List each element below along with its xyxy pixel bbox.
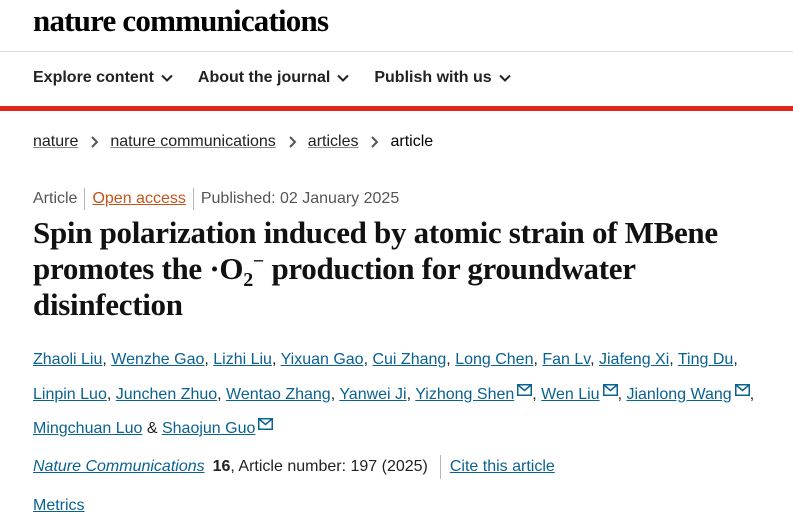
author-link[interactable]: Fan Lv <box>542 351 590 368</box>
title-superscript: − <box>252 250 264 273</box>
author-link[interactable]: Mingchuan Luo <box>33 420 142 437</box>
volume-number: 16 <box>212 458 231 475</box>
envelope-icon[interactable] <box>602 376 618 396</box>
breadcrumb-nature-communications[interactable]: nature communications <box>110 133 275 151</box>
author-link[interactable]: Linpin Luo <box>33 386 107 403</box>
chevron-right-icon <box>371 136 379 148</box>
chevron-right-icon <box>289 136 297 148</box>
author-link[interactable]: Cui Zhang <box>372 351 446 368</box>
author-link[interactable]: Long Chen <box>455 351 533 368</box>
article-number: , Article number: 197 (2025) <box>230 458 428 475</box>
chevron-down-icon <box>498 74 511 82</box>
nav-explore-content[interactable]: Explore content <box>33 69 174 87</box>
journal-logo[interactable]: nature communications <box>33 3 329 39</box>
author-list: Zhaoli Liu, Wenzhe Gao, Lizhi Liu, Yixua… <box>33 351 755 437</box>
header-divider <box>0 51 793 52</box>
journal-link[interactable]: Nature Communications <box>33 458 205 476</box>
author-link[interactable]: Lizhi Liu <box>213 351 272 368</box>
author-link[interactable]: Jianlong Wang <box>626 386 731 403</box>
author-link[interactable]: Yizhong Shen <box>415 386 514 403</box>
author-link[interactable]: Yanwei Ji <box>339 386 406 403</box>
author-link[interactable]: Yixuan Gao <box>281 351 364 368</box>
citation-line: Nature Communications 16 , Article numbe… <box>33 455 555 479</box>
breadcrumb: nature nature communications articles ar… <box>33 133 433 151</box>
envelope-icon[interactable] <box>734 376 750 396</box>
nav-label: Explore content <box>33 69 154 86</box>
nav-about-journal[interactable]: About the journal <box>198 69 350 87</box>
author-link[interactable]: Zhaoli Liu <box>33 351 102 368</box>
author-link[interactable]: Wen Liu <box>541 386 599 403</box>
article-type: Article <box>33 190 78 207</box>
author-link[interactable]: Shaojun Guo <box>162 420 255 437</box>
nav-publish-with-us[interactable]: Publish with us <box>374 69 511 87</box>
main-nav: Explore content About the journal Publis… <box>33 69 512 87</box>
cite-this-article-link[interactable]: Cite this article <box>450 458 555 476</box>
metrics-link[interactable]: Metrics <box>33 497 85 515</box>
envelope-icon[interactable] <box>517 376 533 396</box>
breadcrumb-nature[interactable]: nature <box>33 133 78 151</box>
chevron-down-icon <box>161 74 173 82</box>
author-link[interactable]: Junchen Zhuo <box>116 386 217 403</box>
author-link[interactable]: Wentao Zhang <box>226 386 331 403</box>
breadcrumb-articles[interactable]: articles <box>308 133 359 151</box>
meta-divider <box>192 188 194 210</box>
chevron-down-icon <box>337 74 350 82</box>
meta-divider <box>84 188 86 210</box>
article-meta: Article Open access Published: 02 Januar… <box>33 188 399 210</box>
author-link[interactable]: Jiafeng Xi <box>599 351 669 368</box>
nav-label: About the journal <box>197 69 331 86</box>
chevron-right-icon <box>91 136 99 148</box>
citation-divider <box>439 455 441 479</box>
author-link[interactable]: Ting Du <box>678 351 733 368</box>
envelope-icon[interactable] <box>258 410 274 430</box>
open-access-link[interactable]: Open access <box>92 190 185 208</box>
breadcrumb-current: article <box>390 133 434 150</box>
author-link[interactable]: Wenzhe Gao <box>111 351 204 368</box>
article-title: Spin polarization induced by atomic stra… <box>33 215 773 323</box>
published-date: Published: 02 January 2025 <box>200 190 400 207</box>
title-subscript: 2 <box>243 269 253 292</box>
accent-bar <box>0 106 793 111</box>
nav-label: Publish with us <box>374 69 492 86</box>
